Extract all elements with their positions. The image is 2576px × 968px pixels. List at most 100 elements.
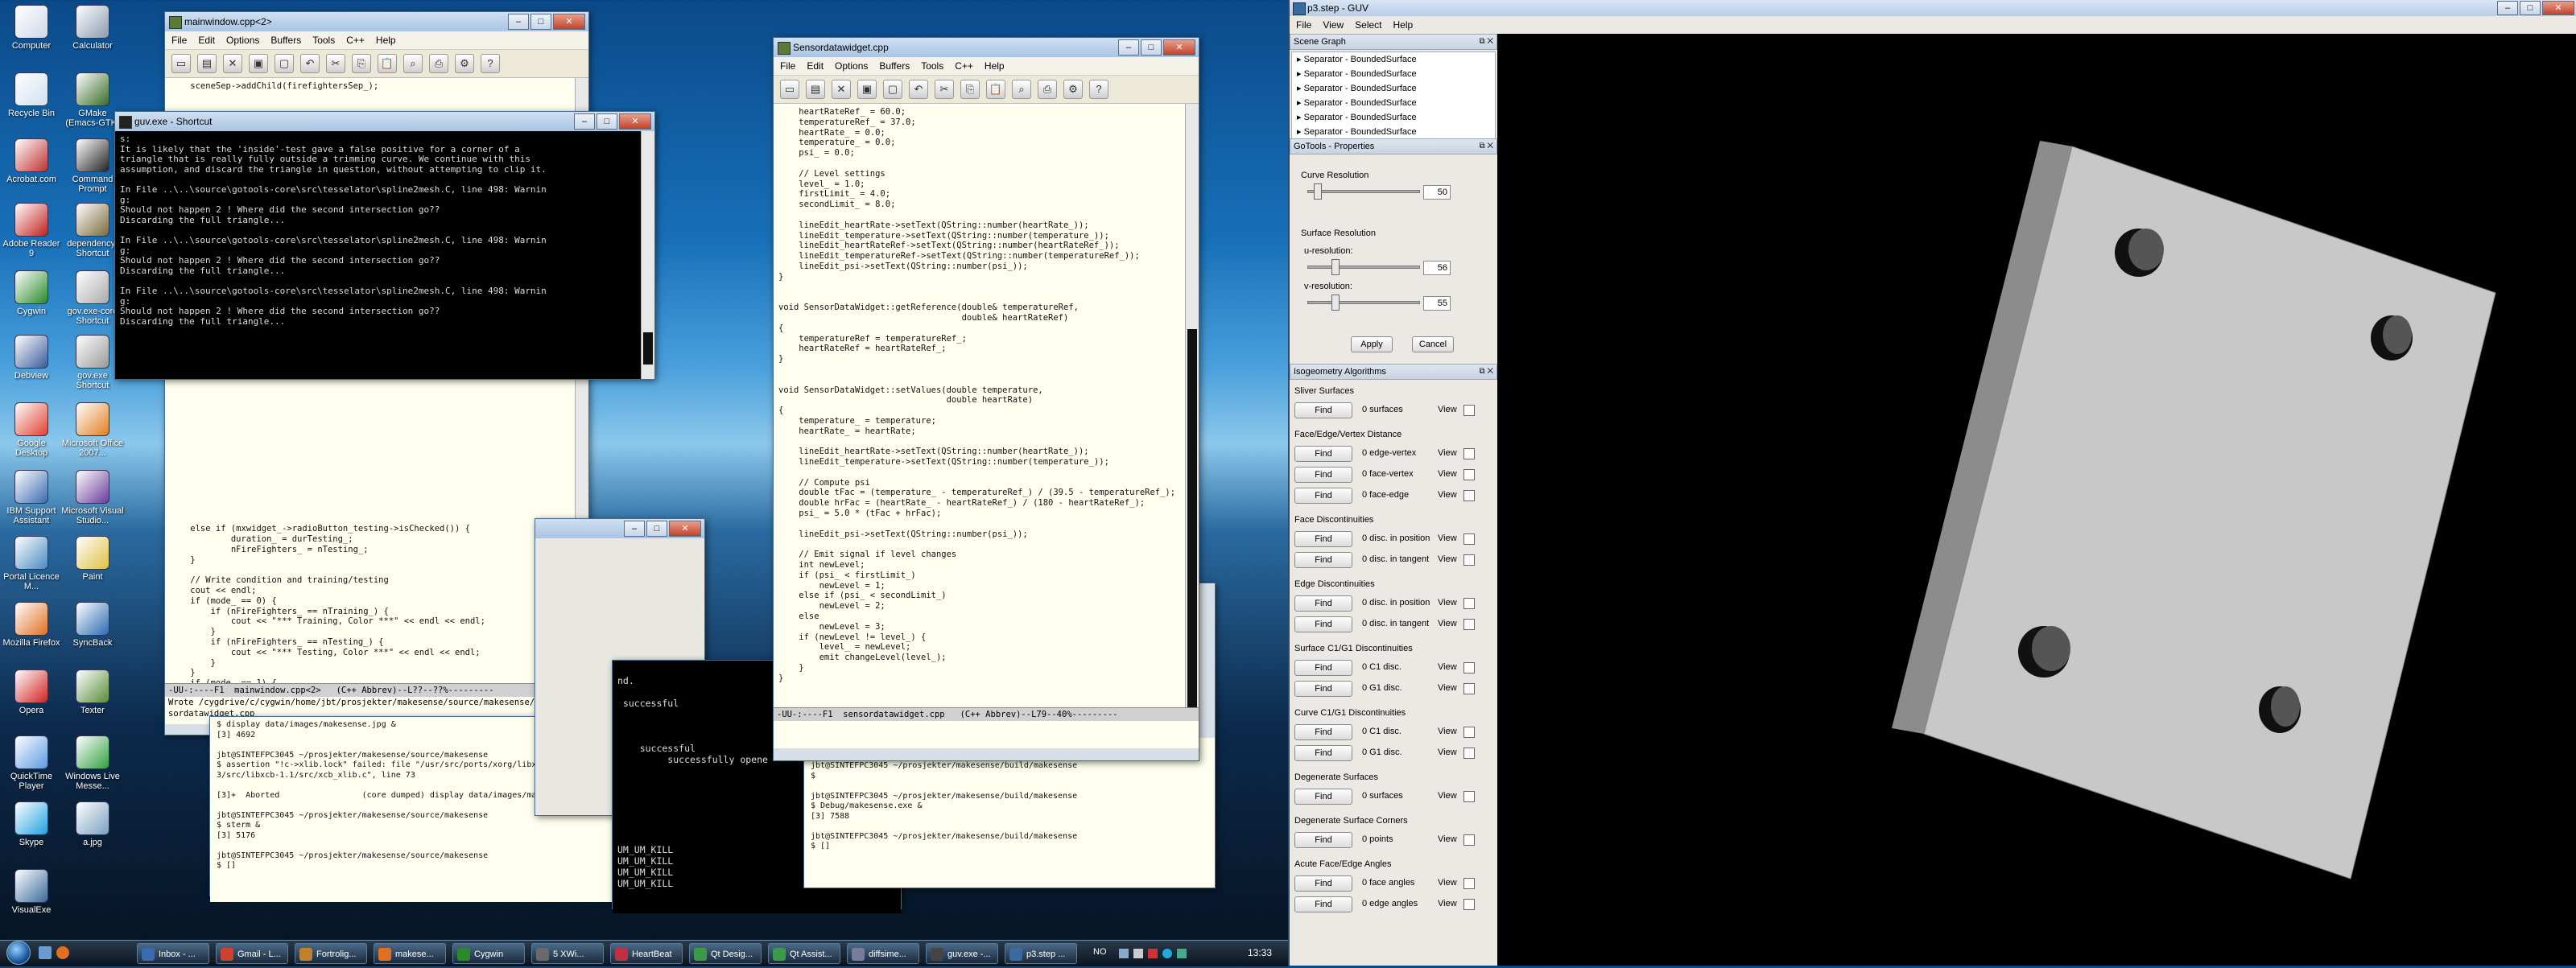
view-checkbox[interactable] [1463,878,1475,889]
find-button[interactable]: Find [1294,660,1352,676]
taskbar-item[interactable]: 5 XWi... [531,943,604,964]
taskbar-item[interactable]: p3.step ... [1005,943,1077,964]
view-checkbox[interactable] [1463,490,1475,501]
menu-select[interactable]: Select [1355,16,1381,34]
view-checkbox[interactable] [1463,834,1475,846]
view-checkbox[interactable] [1463,598,1475,609]
expand-arrow-icon[interactable]: ▸ [1297,113,1304,122]
desktop-icon[interactable]: Opera [0,669,63,715]
tray-sync-icon[interactable] [1177,949,1187,958]
taskbar-item[interactable]: Qt Desig... [689,943,762,964]
undo-icon[interactable]: ↶ [300,54,320,73]
desktop-icon[interactable]: a.jpg [61,801,124,847]
search-icon[interactable]: ⌕ [403,54,423,73]
print-icon[interactable]: ⎙ [429,54,448,73]
desktop-icon[interactable]: Texter [61,669,124,715]
curve-resolution-slider-handle[interactable] [1314,183,1322,200]
maximize-button[interactable]: □ [597,113,617,130]
menu-file[interactable]: File [1296,16,1311,34]
expand-arrow-icon[interactable]: ▸ [1297,84,1304,93]
desktop-icon[interactable]: Calculator [61,5,124,51]
menu-edit[interactable]: Edit [807,57,824,75]
v-resolution-slider-handle[interactable] [1331,295,1340,311]
u-resolution-spinbox[interactable]: 56 [1423,261,1451,275]
close-button[interactable]: ✕ [1163,39,1195,56]
view-checkbox[interactable] [1463,748,1475,759]
menu-cpp[interactable]: C++ [346,31,365,49]
paste-icon[interactable]: 📋 [378,54,397,73]
desktop-icon[interactable]: Acrobat.com [0,138,63,184]
print-icon[interactable]: ⎙ [1038,80,1057,99]
console-guv-window[interactable]: guv.exe - Shortcut – □ ✕ s: It is likely t… [114,111,655,380]
menu-file[interactable]: File [780,57,795,75]
find-button[interactable]: Find [1294,488,1352,504]
desktop-icon[interactable]: Paint [61,536,124,582]
open-folder-icon[interactable]: ▤ [806,80,825,99]
search-icon[interactable]: ⌕ [1012,80,1031,99]
view-checkbox[interactable] [1463,469,1475,480]
tray-skype-icon[interactable] [1162,949,1172,958]
undo-icon[interactable]: ↶ [909,80,928,99]
preferences-icon[interactable]: ⚙ [1063,80,1083,99]
scene-graph-item[interactable]: ▸ Separator - BoundedSurface [1292,125,1495,139]
menu-file[interactable]: File [171,31,187,49]
cancel-button[interactable]: Cancel [1412,336,1454,352]
desktop-icon[interactable]: QuickTime Player [0,735,63,791]
minimize-button[interactable]: – [574,113,595,130]
taskbar-item[interactable]: Gmail - L... [216,943,288,964]
expand-arrow-icon[interactable]: ▸ [1297,98,1304,108]
quicklaunch-desktop-icon[interactable] [39,946,52,959]
cut-icon[interactable]: ✂ [326,54,345,73]
desktop-icon[interactable]: Microsoft Office 2007... [61,402,124,458]
save-as-icon[interactable]: ▢ [883,80,902,99]
desktop-icon[interactable]: Cygwin [0,270,63,316]
panel-float-close-icon[interactable]: ⧉ ✕ [1479,139,1493,154]
view-checkbox[interactable] [1463,899,1475,910]
expand-arrow-icon[interactable]: ▸ [1297,55,1304,64]
maximize-button[interactable]: □ [646,521,667,537]
menu-tools[interactable]: Tools [312,31,335,49]
panel-float-close-icon[interactable]: ⧉ ✕ [1479,35,1493,49]
open-folder-icon[interactable]: ▤ [197,54,217,73]
find-button[interactable]: Find [1294,681,1352,697]
close-buffer-icon[interactable]: ✕ [832,80,851,99]
help-icon[interactable]: ? [1089,80,1108,99]
close-button[interactable]: ✕ [669,521,701,537]
menu-help[interactable]: Help [1393,16,1414,34]
desktop-icon[interactable]: Mozilla Firefox [0,602,63,648]
find-button[interactable]: Find [1294,789,1352,805]
expand-arrow-icon[interactable]: ▸ [1297,127,1304,137]
desktop-icon[interactable]: Debview [0,335,63,381]
minimize-button[interactable]: – [624,521,645,537]
taskbar-item[interactable]: Cygwin [452,943,525,964]
menu-buffers[interactable]: Buffers [879,57,910,75]
desktop-icon[interactable]: Recycle Bin [0,72,63,118]
close-button[interactable]: ✕ [2542,1,2574,15]
preferences-icon[interactable]: ⚙ [455,54,474,73]
guv-titlebar[interactable]: p3.step - GUV – □ ✕ [1290,0,2576,16]
panel-float-close-icon[interactable]: ⧉ ✕ [1479,365,1493,379]
view-checkbox[interactable] [1463,554,1475,566]
minimize-button[interactable]: – [508,14,529,30]
find-button[interactable]: Find [1294,552,1352,568]
cut-icon[interactable]: ✂ [935,80,954,99]
copy-icon[interactable]: ⎘ [960,80,980,99]
find-button[interactable]: Find [1294,724,1352,740]
emacs-sensordatawidget-window[interactable]: Sensordatawidget.cpp – □ ✕ File Edit Optio… [773,37,1199,761]
desktop-icon[interactable]: Windows Live Messe... [61,735,124,791]
console-output[interactable]: s: It is likely that the 'inside'-test g… [115,131,640,379]
copy-icon[interactable]: ⎘ [352,54,371,73]
save-as-icon[interactable]: ▢ [275,54,294,73]
menu-options[interactable]: Options [226,31,259,49]
curve-resolution-slider[interactable] [1307,190,1420,193]
desktop-icon[interactable]: Skype [0,801,63,847]
tray-network-icon[interactable] [1119,949,1129,958]
emacs-sensordatawidget-titlebar[interactable]: Sensordatawidget.cpp – □ ✕ [774,38,1199,57]
menu-tools[interactable]: Tools [921,57,943,75]
view-checkbox[interactable] [1463,727,1475,738]
view-checkbox[interactable] [1463,791,1475,802]
help-icon[interactable]: ? [481,54,500,73]
desktop-icon[interactable]: Microsoft Visual Studio... [61,470,124,525]
code-editor-sensordatawidget[interactable]: heartRateRef_ = 60.0; temperatureRef_ = … [774,104,1186,707]
find-button[interactable]: Find [1294,446,1352,462]
